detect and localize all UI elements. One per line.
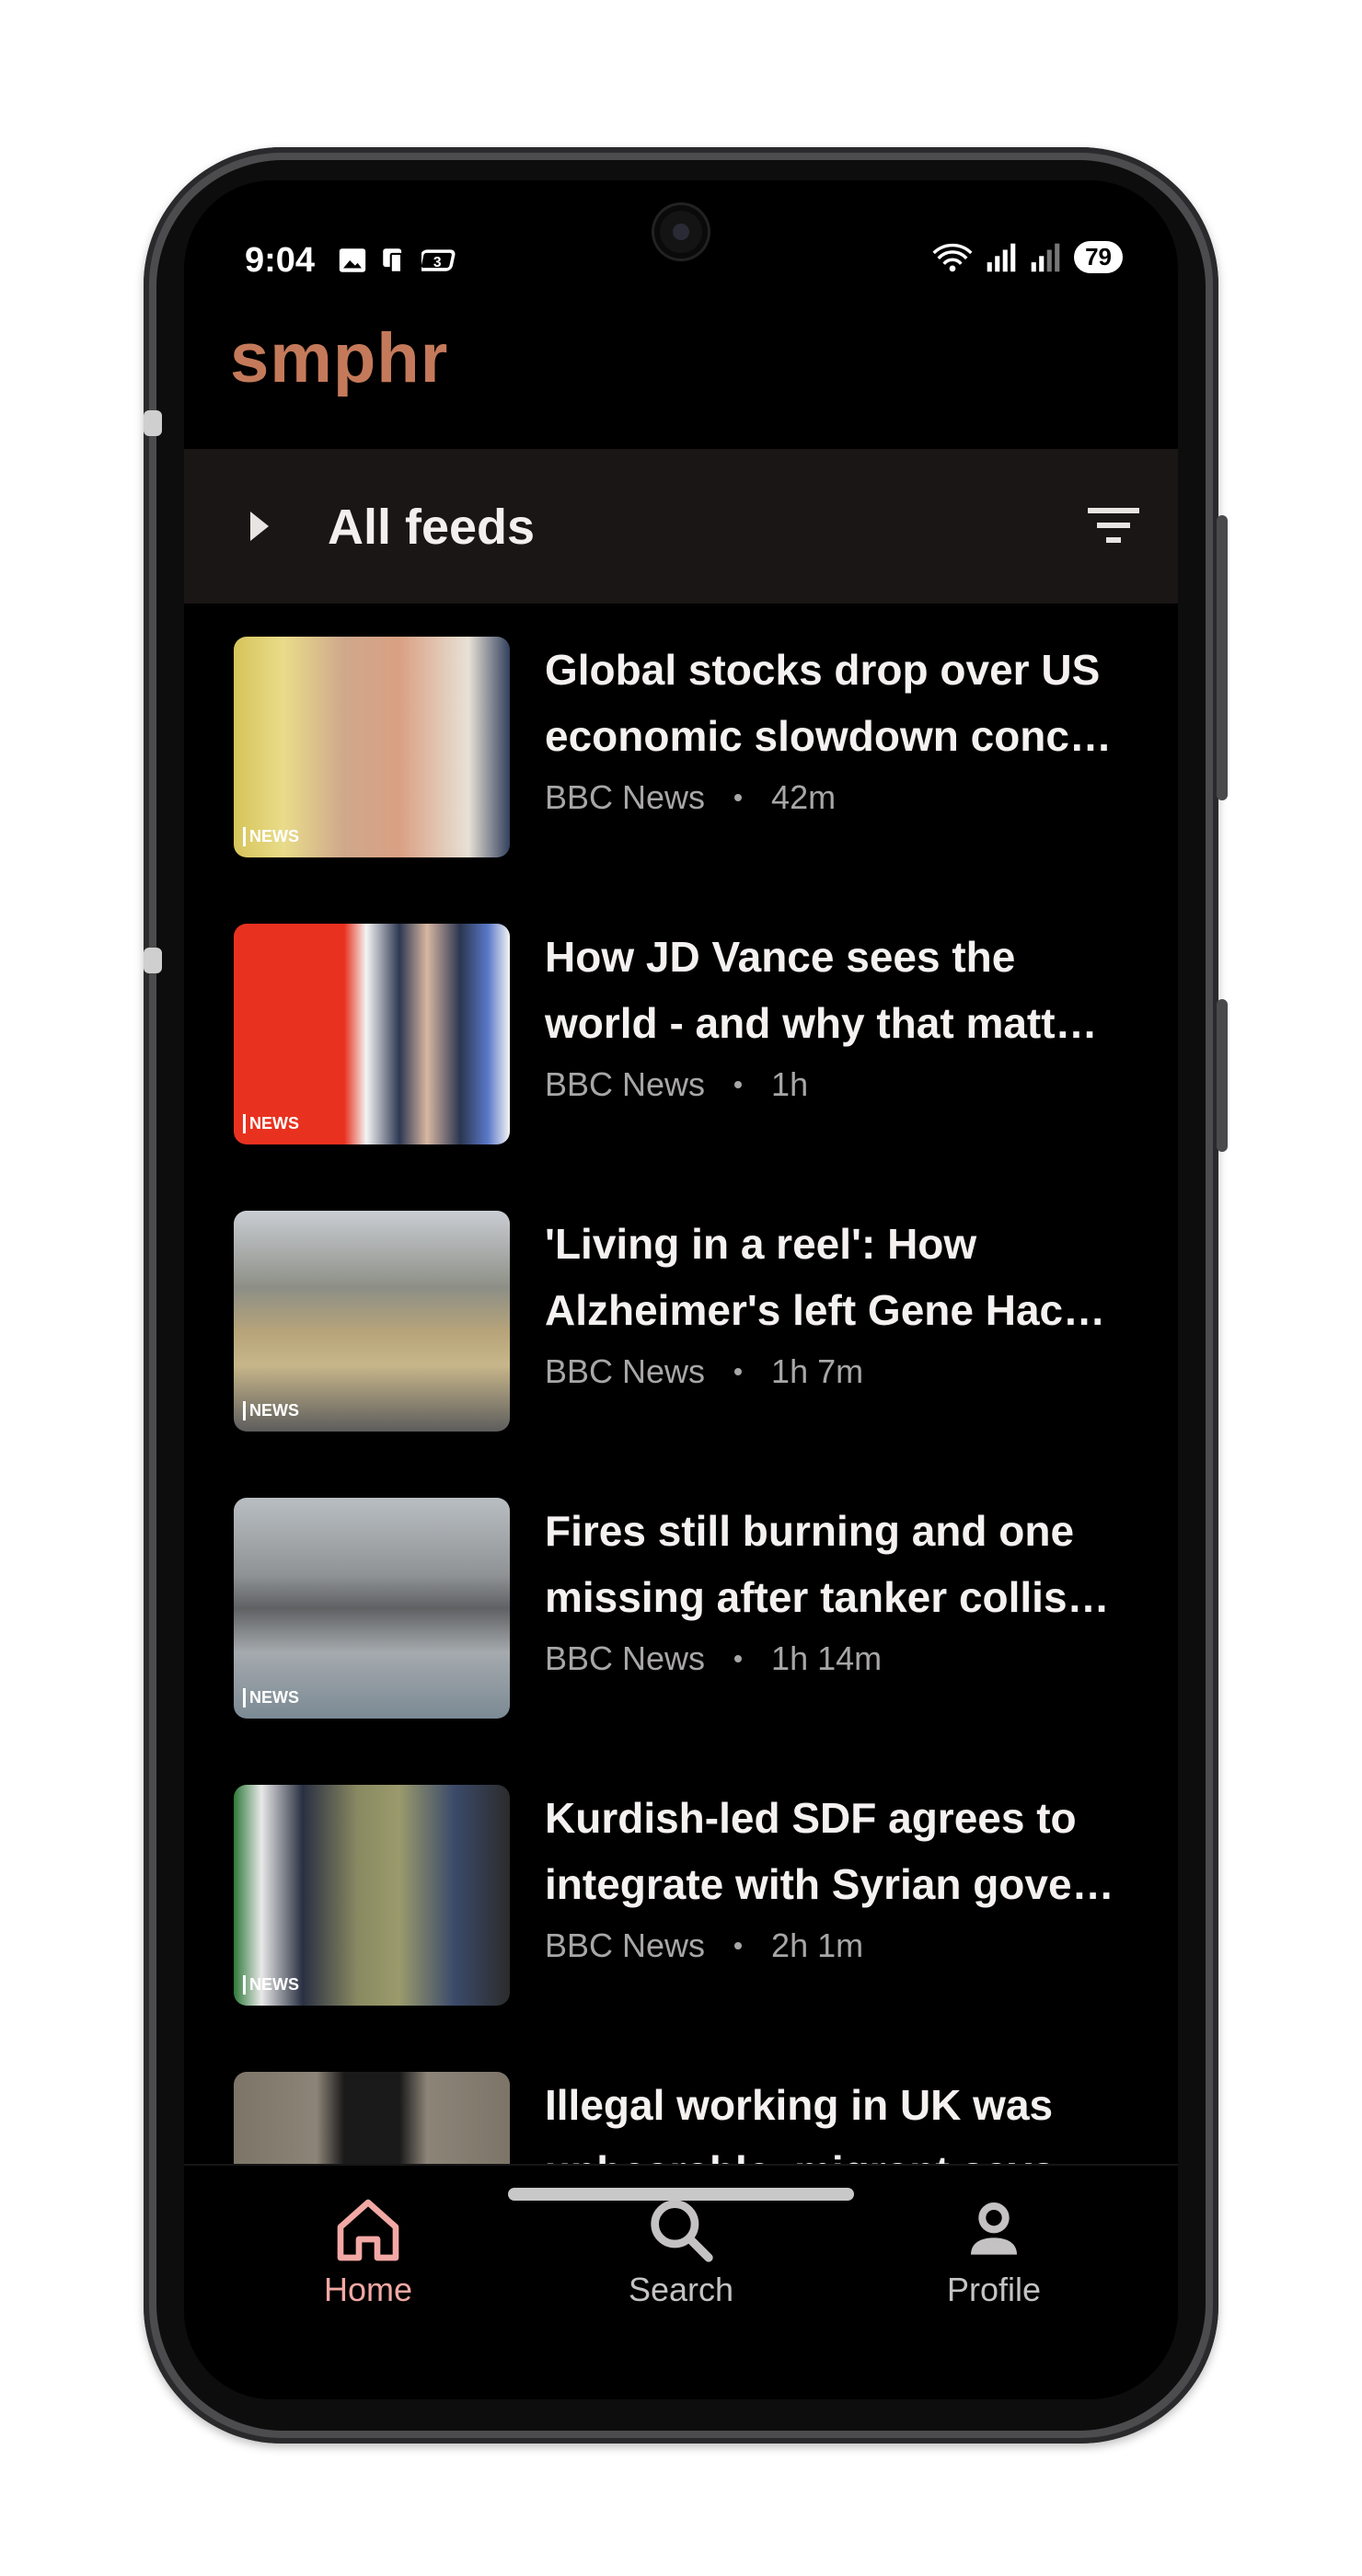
article-age: 1h 7m [771, 1352, 864, 1390]
chevron-right-icon[interactable] [239, 504, 276, 548]
article-meta: BBC News 1h 7m [545, 1352, 863, 1391]
article-source: BBC News [545, 778, 706, 816]
thumbnail-badge: NEWS [243, 1114, 299, 1133]
article-thumbnail: NEWS [234, 1211, 510, 1432]
nav-search[interactable]: Search [571, 2193, 791, 2309]
article-thumbnail: NEWS [234, 1498, 510, 1719]
nav-profile-label: Profile [946, 2271, 1042, 2308]
nav-home-label: Home [323, 2271, 413, 2308]
volume-button [1217, 515, 1228, 800]
article-source: BBC News [545, 1352, 706, 1390]
article-meta: BBC News 2h 1m [545, 1926, 863, 1965]
list-item[interactable]: Illegal working in UK was unbearable, mi… [184, 2039, 1178, 2164]
device-icon [383, 248, 403, 273]
status-right-icons: 79 [932, 241, 1123, 273]
svg-text:3: 3 [433, 255, 442, 270]
article-meta: BBC News 42m [545, 778, 836, 817]
article-title: Fires still burning and one missing afte… [545, 1507, 1110, 1621]
article-title: How JD Vance sees the world - and why th… [545, 933, 1098, 1047]
power-button [1217, 999, 1228, 1152]
list-item[interactable]: NEWS Global stocks drop over US economic… [184, 604, 1178, 891]
list-item[interactable]: NEWS 'Living in a reel': How Alzheimer's… [184, 1178, 1178, 1465]
article-meta: BBC News 1h 14m [545, 1639, 882, 1678]
screen: 9:04 3 79 smphr All feeds NEWS Global st… [184, 180, 1178, 2399]
signal-icon [1031, 243, 1060, 271]
article-title: 'Living in a reel': How Alzheimer's left… [545, 1220, 1106, 1334]
article-source: BBC News [545, 1639, 706, 1677]
article-meta: BBC News 1h [545, 1065, 808, 1104]
search-icon [651, 2200, 713, 2262]
article-thumbnail: NEWS [234, 924, 510, 1144]
app-title: smphr [230, 319, 449, 397]
battery-level: 79 [1074, 241, 1123, 273]
separator-dot [734, 1655, 743, 1662]
article-age: 1h [771, 1065, 809, 1103]
person-icon [971, 2202, 1017, 2255]
nav-search-label: Search [628, 2271, 734, 2308]
separator-dot [734, 794, 743, 801]
article-title: Global stocks drop over US economic slow… [545, 646, 1112, 760]
wifi-icon [932, 243, 973, 271]
article-age: 1h 14m [771, 1639, 883, 1677]
separator-dot [734, 1942, 743, 1949]
list-item[interactable]: NEWS How JD Vance sees the world - and w… [184, 891, 1178, 1178]
article-age: 42m [771, 778, 837, 816]
app-icon: 3 [421, 249, 456, 271]
article-thumbnail [234, 2072, 510, 2164]
separator-dot [734, 1368, 743, 1375]
article-thumbnail: NEWS [234, 637, 510, 857]
article-source: BBC News [545, 1065, 706, 1103]
list-item[interactable]: NEWS Fires still burning and one missing… [184, 1465, 1178, 1752]
article-source: BBC News [545, 1926, 706, 1964]
image-icon [339, 248, 366, 272]
article-list[interactable]: NEWS Global stocks drop over US economic… [184, 604, 1178, 2164]
filter-icon[interactable] [1086, 502, 1141, 546]
list-item[interactable]: NEWS Kurdish-led SDF agrees to integrate… [184, 1752, 1178, 2039]
article-title: Kurdish-led SDF agrees to integrate with… [545, 1794, 1114, 1908]
thumbnail-badge: NEWS [243, 827, 299, 846]
feed-selector-bar[interactable]: All feeds [184, 449, 1178, 604]
thumbnail-badge: NEWS [243, 1688, 299, 1708]
nav-home[interactable]: Home [258, 2193, 479, 2309]
frame-notch [144, 410, 162, 436]
status-left-icons: 3 [337, 245, 458, 276]
separator-dot [734, 1081, 743, 1088]
article-thumbnail: NEWS [234, 1785, 510, 2006]
home-icon [337, 2199, 399, 2261]
article-age: 2h 1m [771, 1926, 864, 1964]
frame-notch [144, 948, 162, 973]
signal-icon [987, 243, 1016, 271]
feed-title[interactable]: All feeds [328, 499, 535, 556]
article-title: Illegal working in UK was unbearable, mi… [545, 2081, 1056, 2164]
nav-profile[interactable]: Profile [883, 2193, 1104, 2309]
thumbnail-badge: NEWS [243, 1975, 299, 1995]
thumbnail-badge: NEWS [243, 1401, 299, 1420]
status-bar: 9:04 3 79 [184, 180, 1178, 280]
status-time: 9:04 [245, 241, 316, 280]
home-indicator[interactable] [508, 2188, 854, 2201]
